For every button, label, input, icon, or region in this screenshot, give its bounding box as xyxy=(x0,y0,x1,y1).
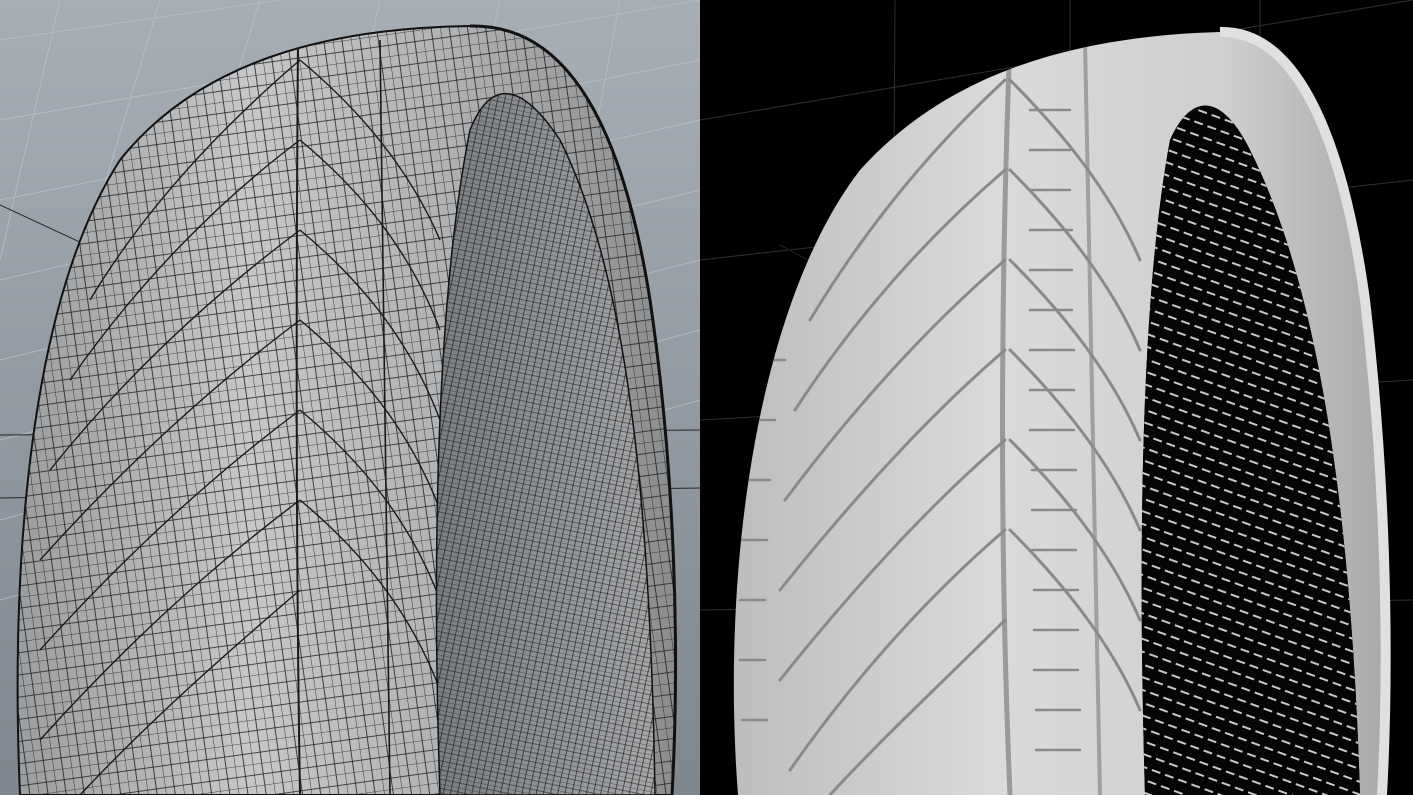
viewport-render[interactable] xyxy=(700,0,1413,795)
dual-viewport xyxy=(0,0,1413,795)
viewport-wireframe[interactable] xyxy=(0,0,700,795)
render-canvas xyxy=(700,0,1413,795)
wireframe-canvas xyxy=(0,0,700,795)
